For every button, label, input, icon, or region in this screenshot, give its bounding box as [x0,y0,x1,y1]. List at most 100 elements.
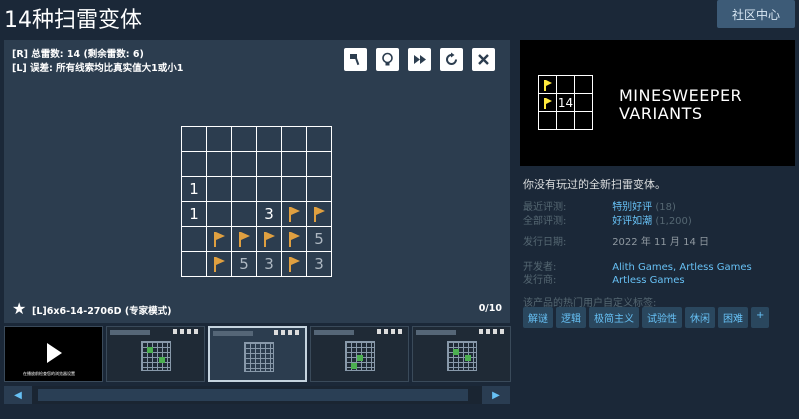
thumbnail-1[interactable] [106,326,205,382]
board-cell[interactable] [307,127,332,152]
green-cell [453,349,459,355]
board-cell[interactable] [282,152,307,177]
thumbnail-2[interactable] [208,326,307,382]
all-reviews-label: 全部评测: [523,216,567,227]
board-cell[interactable]: 3 [307,252,332,277]
scroll-left-button[interactable]: ◀ [4,386,32,404]
mini-info-bar [110,330,150,335]
game-capsule-image: 14 MINESWEEPER VARIANTS [520,40,795,166]
all-reviews-row: 全部评测: 好评如潮 (1,200) [523,212,692,227]
close-icon[interactable] [472,48,495,71]
mini-board [141,341,171,371]
page-title: 14种扫雷变体 [4,8,142,33]
flag-icon [543,79,553,91]
board-cell[interactable] [257,177,282,202]
board-cell[interactable] [232,177,257,202]
board-cell[interactable] [207,202,232,227]
main-screenshot[interactable]: [R] 总雷数: 14 (剩余雷数: 6) [L] 误差: 所有线索均比真实值大… [4,40,510,323]
board-cell[interactable] [307,177,332,202]
board-cell[interactable] [257,152,282,177]
board-cell[interactable] [282,252,307,277]
recent-reviews-label: 最近评测: [523,202,567,213]
logo-cell [557,112,575,130]
board-cell[interactable] [307,152,332,177]
paint-icon[interactable] [344,48,367,71]
board-cell[interactable] [282,227,307,252]
flag-icon [287,256,301,272]
board-cell[interactable] [182,227,207,252]
lightbulb-icon[interactable] [376,48,399,71]
scroll-right-button[interactable]: ▶ [482,386,510,404]
tag-minimalist[interactable]: 极简主义 [589,307,639,328]
thumbnail-3[interactable] [310,326,409,382]
board-cell[interactable] [232,127,257,152]
green-cell [147,347,153,353]
board-cell[interactable] [282,177,307,202]
board-cell[interactable] [232,152,257,177]
flag-icon [287,231,301,247]
board-cell[interactable] [232,202,257,227]
star-icon[interactable]: ★ [12,299,26,318]
minesweeper-board: 1135533 [181,126,332,277]
publisher-row: 发行商: Artless Games [523,271,685,286]
game-info: [R] 总雷数: 14 (剩余雷数: 6) [L] 误差: 所有线索均比真实值大… [12,48,183,76]
scroll-thumb[interactable] [38,389,468,401]
tags-list: 解谜 逻辑 极简主义 试验性 休闲 困难 + [523,307,770,328]
green-cell [351,363,357,369]
board-cell[interactable]: 1 [182,177,207,202]
thumbnail-4[interactable] [412,326,511,382]
board-cell[interactable] [207,227,232,252]
board-cell[interactable]: 3 [257,202,282,227]
board-cell[interactable]: 1 [182,202,207,227]
game-toolbar [344,48,495,71]
tag-difficult[interactable]: 困难 [718,307,748,328]
board-cell[interactable] [182,252,207,277]
mini-info-bar [314,330,354,335]
board-cell[interactable] [207,252,232,277]
board-cell[interactable] [232,227,257,252]
mini-toolbar [377,329,405,334]
flag-icon [212,256,226,272]
tag-casual[interactable]: 休闲 [685,307,715,328]
tag-puzzle[interactable]: 解谜 [523,307,553,328]
restart-icon[interactable] [440,48,463,71]
community-hub-button[interactable]: 社区中心 [717,0,795,28]
tag-experimental[interactable]: 试验性 [642,307,682,328]
board-cell[interactable] [182,152,207,177]
play-icon [47,343,62,363]
mini-info-bar [213,331,253,336]
board-cell[interactable] [257,227,282,252]
board-cell[interactable] [207,127,232,152]
board-cell[interactable] [182,127,207,152]
thumbnail-video[interactable]: 在播放前检查您的浏览器设置 [4,326,103,382]
thumbnail-scrollbar[interactable]: ◀ ▶ [4,386,510,404]
board-cell[interactable] [207,152,232,177]
logo-grid-left: 14 [538,75,593,130]
board-cell[interactable]: 5 [307,227,332,252]
tag-more-button[interactable]: + [751,307,770,328]
logo-cell [575,112,593,130]
logo-cell [575,76,593,94]
fast-forward-icon[interactable] [408,48,431,71]
puzzle-code: [L]6x6-14-2706D (专家模式) [32,306,172,317]
thumbnail-caption: 在播放前检查您的浏览器设置 [23,371,75,376]
board-cell[interactable] [282,202,307,227]
progress-counter: 0/10 [478,303,502,314]
logo-cell [575,94,593,112]
board-cell[interactable] [257,127,282,152]
logo-line2: VARIANTS [619,104,703,123]
board-cell[interactable] [207,177,232,202]
logo-cell [539,112,557,130]
all-reviews-value[interactable]: 好评如潮 [612,216,652,227]
board-cell[interactable]: 5 [232,252,257,277]
board-cell[interactable]: 3 [257,252,282,277]
mini-toolbar [274,330,302,335]
board-cell[interactable] [307,202,332,227]
logo-text: MINESWEEPER VARIANTS [619,87,742,123]
board-cell[interactable] [282,127,307,152]
mini-info-bar [416,330,456,335]
publisher-link[interactable]: Artless Games [612,275,684,286]
tag-logic[interactable]: 逻辑 [556,307,586,328]
mine-count-text: [R] 总雷数: 14 (剩余雷数: 6) [12,49,144,60]
green-cell [159,357,165,363]
